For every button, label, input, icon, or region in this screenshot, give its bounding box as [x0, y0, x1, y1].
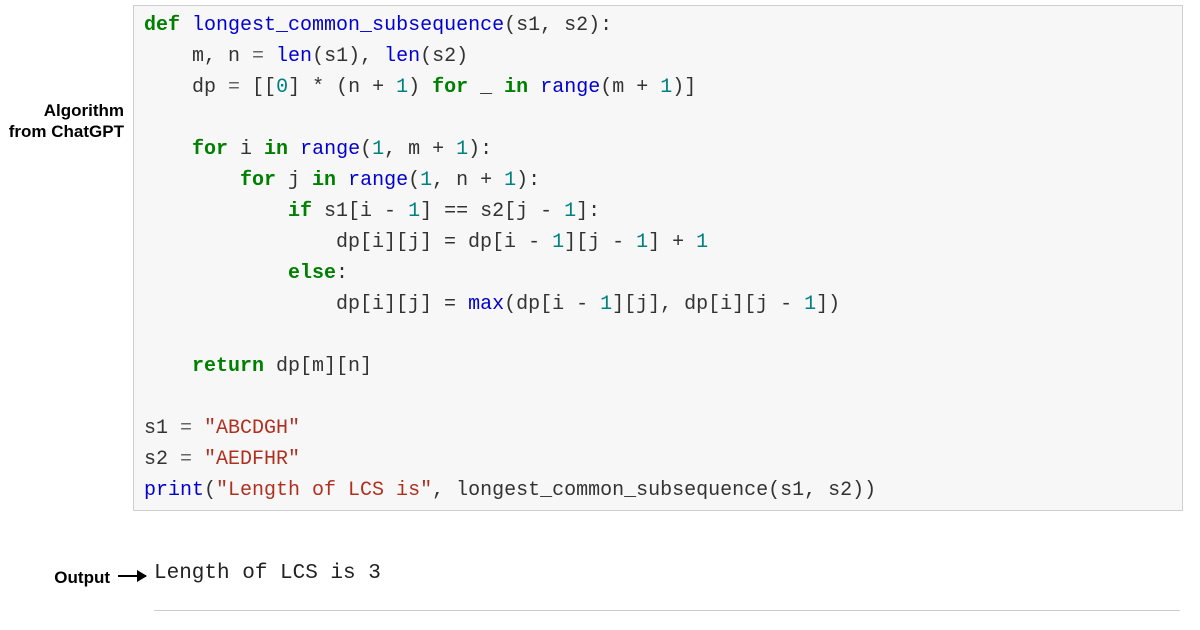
builtin-len: len	[384, 45, 420, 68]
label-algorithm-line1: Algorithm	[44, 101, 124, 120]
params: (s1, s2):	[504, 14, 612, 37]
output-text: Length of LCS is 3	[154, 562, 381, 585]
divider	[154, 610, 1180, 611]
builtin-max: max	[468, 293, 504, 316]
label-algorithm: Algorithm from ChatGPT	[0, 100, 124, 143]
code-block: def longest_common_subsequence(s1, s2): …	[133, 5, 1183, 511]
function-name: longest_common_subsequence	[192, 14, 504, 37]
string-literal: "ABCDGH"	[204, 417, 300, 440]
builtin-len: len	[276, 45, 312, 68]
label-algorithm-line2: from ChatGPT	[9, 122, 124, 141]
label-output: Output	[40, 567, 110, 588]
vars: m, n	[192, 45, 240, 68]
string-literal: "AEDFHR"	[204, 448, 300, 471]
keyword-def: def	[144, 14, 180, 37]
builtin-print: print	[144, 479, 204, 502]
arrow-icon	[118, 575, 146, 577]
